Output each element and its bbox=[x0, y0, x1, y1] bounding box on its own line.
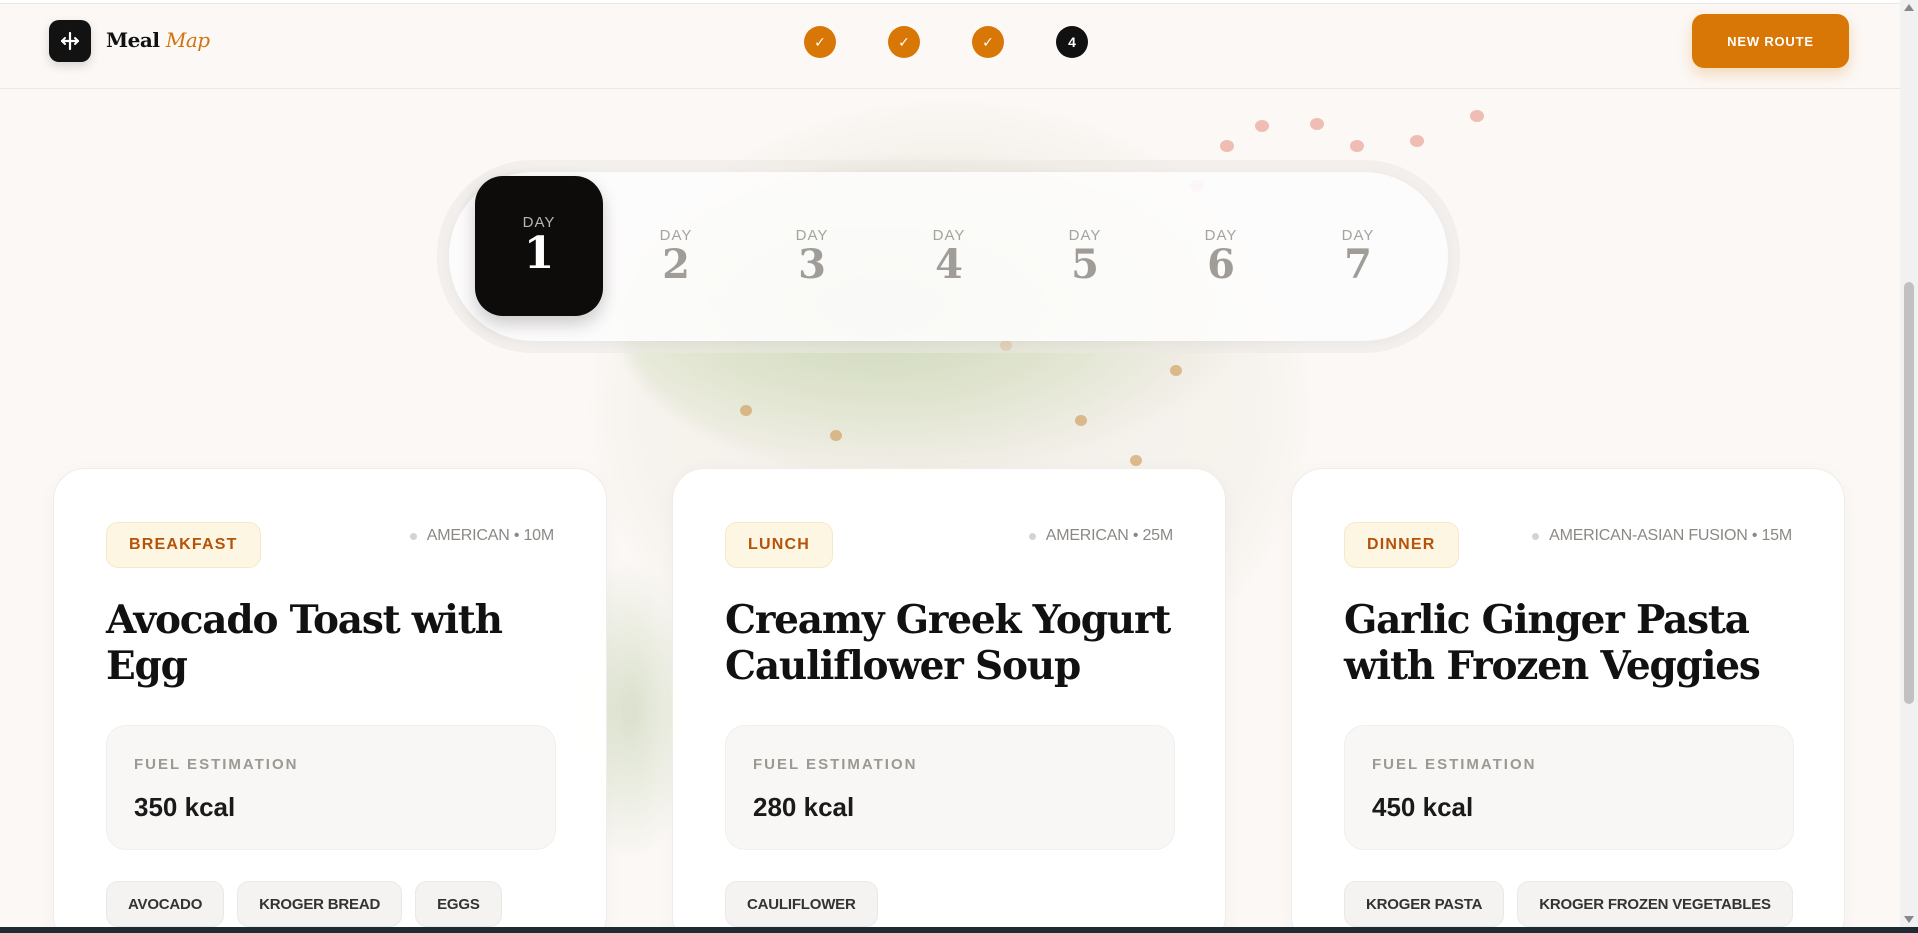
day-tab-4[interactable]: DAY 4 bbox=[885, 186, 1013, 326]
day-tab-2[interactable]: DAY 2 bbox=[612, 186, 740, 326]
meal-meta: AMERICAN • 10M bbox=[409, 527, 554, 545]
step-2-complete-icon[interactable]: ✓ bbox=[888, 26, 920, 58]
fuel-label: FUEL ESTIMATION bbox=[753, 756, 918, 773]
scroll-up-arrow-icon[interactable] bbox=[1904, 4, 1914, 11]
cuisine-time: AMERICAN-ASIAN FUSION • 15M bbox=[1549, 527, 1792, 544]
day-number: 3 bbox=[798, 240, 826, 288]
fuel-estimation-panel: FUEL ESTIMATION 280 kcal bbox=[725, 725, 1175, 850]
ingredient-list: AVOCADO KROGER BREAD EGGS bbox=[106, 881, 502, 927]
day-tab-5[interactable]: DAY 5 bbox=[1021, 186, 1149, 326]
step-3-complete-icon[interactable]: ✓ bbox=[972, 26, 1004, 58]
ingredient-chip[interactable]: CAULIFLOWER bbox=[725, 881, 878, 927]
fuel-label: FUEL ESTIMATION bbox=[1372, 756, 1537, 773]
meal-type-badge: BREAKFAST bbox=[106, 522, 261, 568]
fuel-value: 350 kcal bbox=[134, 792, 236, 822]
ingredient-chip[interactable]: EGGS bbox=[415, 881, 502, 927]
fuel-value: 280 kcal bbox=[753, 792, 855, 822]
brand-accent: Map bbox=[165, 28, 210, 52]
page-scrollbar[interactable] bbox=[1900, 0, 1918, 927]
top-navigation-bar: Meal Map ✓ ✓ ✓ 4 NEW ROUTE bbox=[0, 4, 1900, 89]
ingredient-chip[interactable]: KROGER BREAD bbox=[237, 881, 403, 927]
ingredient-chip[interactable]: KROGER PASTA bbox=[1344, 881, 1505, 927]
ingredient-chip[interactable]: KROGER FROZEN VEGETABLES bbox=[1517, 881, 1793, 927]
day-tab-6[interactable]: DAY 6 bbox=[1157, 186, 1285, 326]
fuel-estimation-panel: FUEL ESTIMATION 350 kcal bbox=[106, 725, 556, 850]
day-number: 7 bbox=[1344, 240, 1372, 288]
fuel-value: 450 kcal bbox=[1372, 792, 1474, 822]
meal-title: Garlic Ginger Pasta with Frozen Veggies bbox=[1344, 597, 1761, 689]
meal-type-badge: DINNER bbox=[1344, 522, 1459, 568]
scroll-down-arrow-icon[interactable] bbox=[1904, 916, 1914, 923]
brand-name[interactable]: Meal Map bbox=[106, 28, 210, 52]
day-tab-1[interactable]: DAY 1 bbox=[475, 176, 603, 316]
step-4-current[interactable]: 4 bbox=[1056, 26, 1088, 58]
day-selector: DAY 1 DAY 2 DAY 3 DAY 4 DAY 5 DAY 6 DAY … bbox=[449, 172, 1448, 341]
logo-icon[interactable] bbox=[49, 20, 91, 62]
day-tab-3[interactable]: DAY 3 bbox=[748, 186, 876, 326]
meal-title: Avocado Toast with Egg bbox=[106, 597, 503, 689]
route-arrows-icon bbox=[60, 31, 80, 51]
meal-card-dinner[interactable]: DINNER AMERICAN-ASIAN FUSION • 15M Garli… bbox=[1291, 468, 1845, 933]
day-number: 4 bbox=[935, 240, 963, 288]
cuisine-time: AMERICAN • 25M bbox=[1045, 527, 1173, 544]
fuel-estimation-panel: FUEL ESTIMATION 450 kcal bbox=[1344, 725, 1794, 850]
new-route-button[interactable]: NEW ROUTE bbox=[1692, 14, 1849, 68]
meal-meta: AMERICAN • 25M bbox=[1028, 527, 1173, 545]
brand-main: Meal bbox=[106, 28, 160, 52]
day-number: 1 bbox=[523, 228, 555, 280]
meal-title: Creamy Greek Yogurt Cauliflower Soup bbox=[725, 597, 1171, 689]
meal-card-lunch[interactable]: LUNCH AMERICAN • 25M Creamy Greek Yogurt… bbox=[672, 468, 1226, 933]
ingredient-chip[interactable]: AVOCADO bbox=[106, 881, 225, 927]
progress-steps: ✓ ✓ ✓ 4 bbox=[804, 26, 1088, 58]
day-number: 2 bbox=[662, 240, 690, 288]
dot-icon bbox=[409, 532, 417, 540]
day-number: 5 bbox=[1071, 240, 1099, 288]
meal-type-badge: LUNCH bbox=[725, 522, 833, 568]
taskbar-edge bbox=[0, 927, 1918, 933]
fuel-label: FUEL ESTIMATION bbox=[134, 756, 299, 773]
scrollbar-thumb[interactable] bbox=[1904, 282, 1914, 704]
step-1-complete-icon[interactable]: ✓ bbox=[804, 26, 836, 58]
ingredient-list: CAULIFLOWER bbox=[725, 881, 878, 927]
meal-card-breakfast[interactable]: BREAKFAST AMERICAN • 10M Avocado Toast w… bbox=[53, 468, 607, 933]
ingredient-list: KROGER PASTA KROGER FROZEN VEGETABLES bbox=[1344, 881, 1793, 927]
day-tab-7[interactable]: DAY 7 bbox=[1294, 186, 1422, 326]
dot-icon bbox=[1028, 532, 1036, 540]
dot-icon bbox=[1532, 532, 1540, 540]
day-number: 6 bbox=[1207, 240, 1235, 288]
meal-meta: AMERICAN-ASIAN FUSION • 15M bbox=[1532, 527, 1792, 545]
cuisine-time: AMERICAN • 10M bbox=[426, 527, 554, 544]
